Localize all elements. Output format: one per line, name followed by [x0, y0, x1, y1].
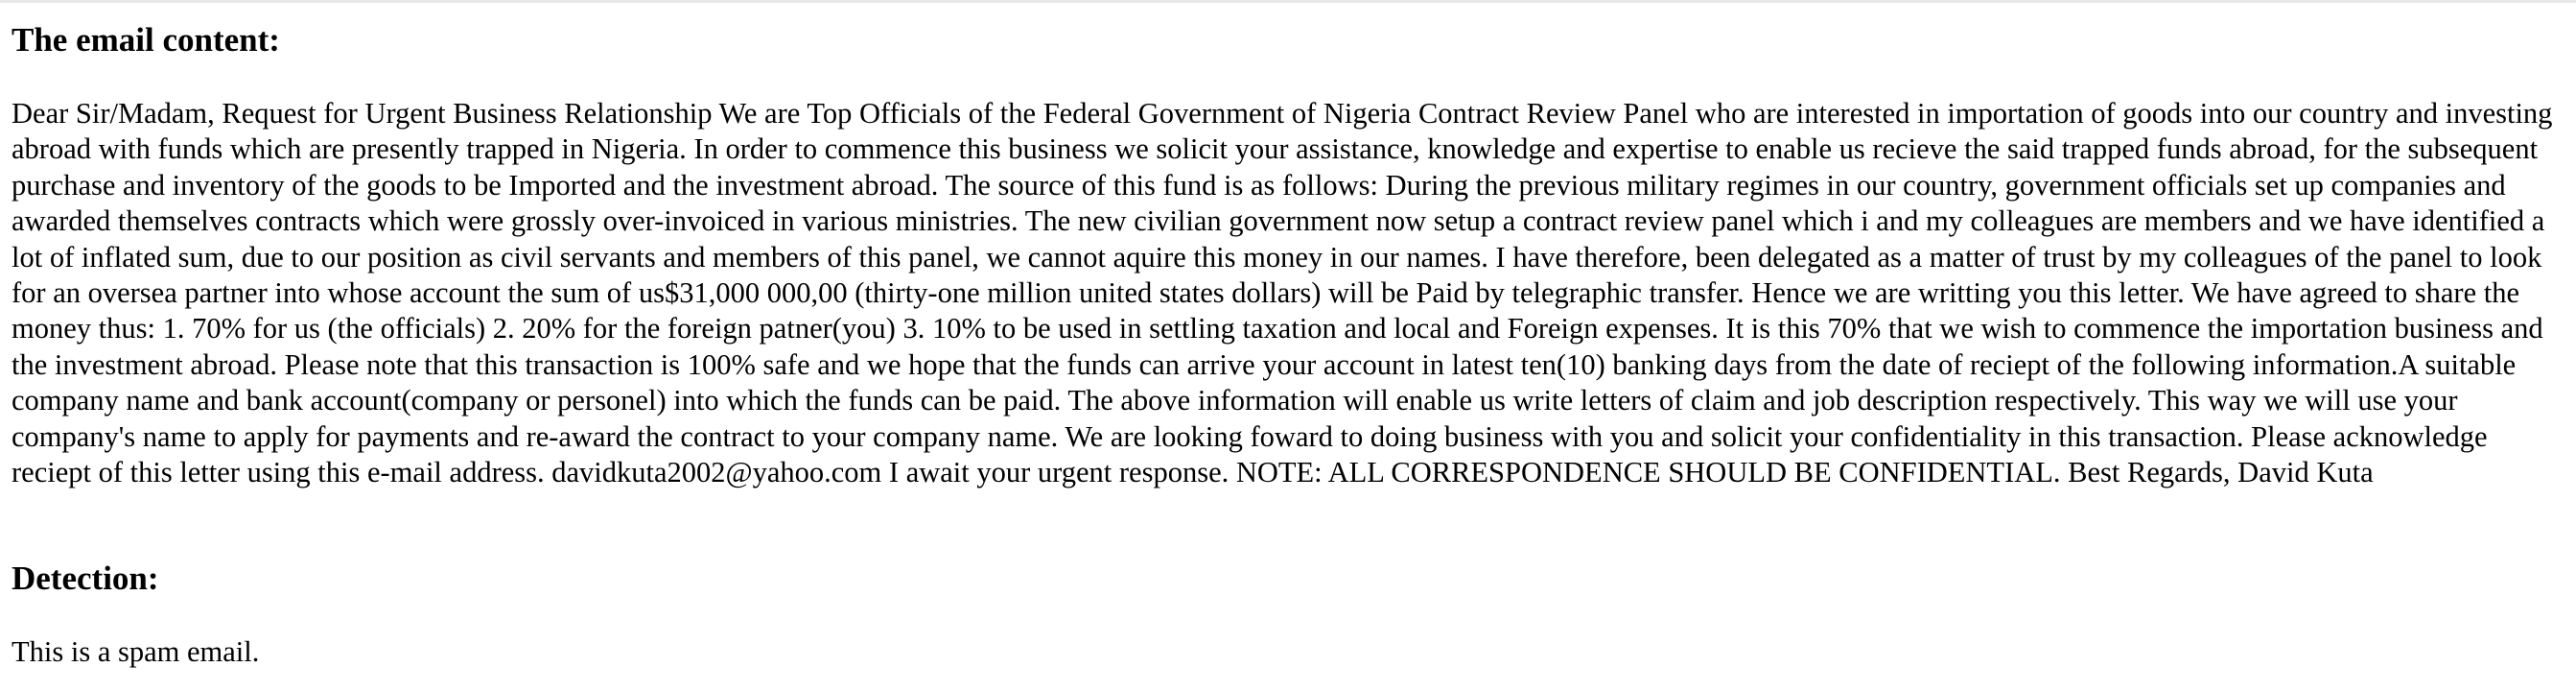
detection-result: This is a spam email.: [12, 635, 260, 668]
detection-heading: Detection:: [12, 560, 159, 597]
email-content-heading: The email content:: [12, 21, 280, 59]
top-border: [0, 0, 2576, 3]
email-body-text: Dear Sir/Madam, Request for Urgent Busin…: [12, 97, 2553, 489]
